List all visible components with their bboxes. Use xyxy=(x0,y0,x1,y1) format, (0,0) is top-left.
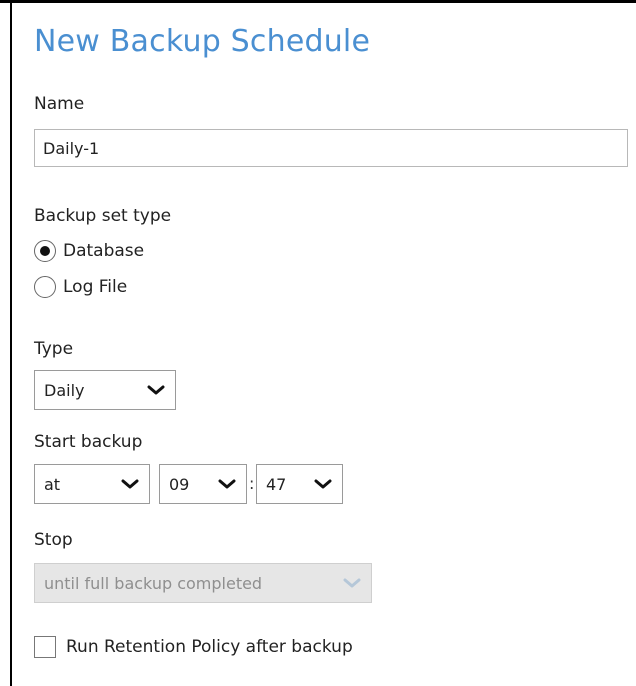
minute-value: 47 xyxy=(266,474,287,494)
stop-value: until full backup completed xyxy=(44,573,263,593)
minute-select[interactable]: 47 xyxy=(256,464,343,504)
stop-select: until full backup completed xyxy=(34,563,372,603)
window-top-border xyxy=(0,0,636,3)
radio-log-file-label: Log File xyxy=(63,277,128,297)
type-select-value: Daily xyxy=(44,380,85,400)
stop-label: Stop xyxy=(34,530,73,550)
start-mode-value: at xyxy=(44,474,61,494)
radio-database-label: Database xyxy=(63,241,145,261)
window-left-border xyxy=(10,0,12,686)
hour-value: 09 xyxy=(169,474,190,494)
dialog-title: New Backup Schedule xyxy=(34,24,371,59)
radio-icon[interactable] xyxy=(34,240,56,262)
chevron-down-icon xyxy=(146,383,166,397)
type-select[interactable]: Daily xyxy=(34,370,176,410)
start-backup-label: Start backup xyxy=(34,432,143,452)
start-mode-select[interactable]: at xyxy=(34,464,150,504)
chevron-down-icon xyxy=(342,576,362,590)
radio-icon[interactable] xyxy=(34,276,56,298)
chevron-down-icon xyxy=(217,477,237,491)
backup-set-type-label: Backup set type xyxy=(34,206,172,226)
retention-policy-option[interactable]: Run Retention Policy after backup xyxy=(34,636,353,658)
hour-select[interactable]: 09 xyxy=(159,464,247,504)
name-label: Name xyxy=(34,94,85,114)
radio-log-file[interactable]: Log File xyxy=(34,276,127,298)
radio-selected-dot xyxy=(40,246,50,256)
chevron-down-icon xyxy=(313,477,333,491)
checkbox-icon[interactable] xyxy=(34,636,56,658)
retention-policy-label: Run Retention Policy after backup xyxy=(66,637,353,657)
type-label: Type xyxy=(34,339,74,359)
chevron-down-icon xyxy=(120,477,140,491)
name-input[interactable] xyxy=(34,129,628,167)
time-separator: : xyxy=(249,474,255,493)
radio-database[interactable]: Database xyxy=(34,240,144,262)
